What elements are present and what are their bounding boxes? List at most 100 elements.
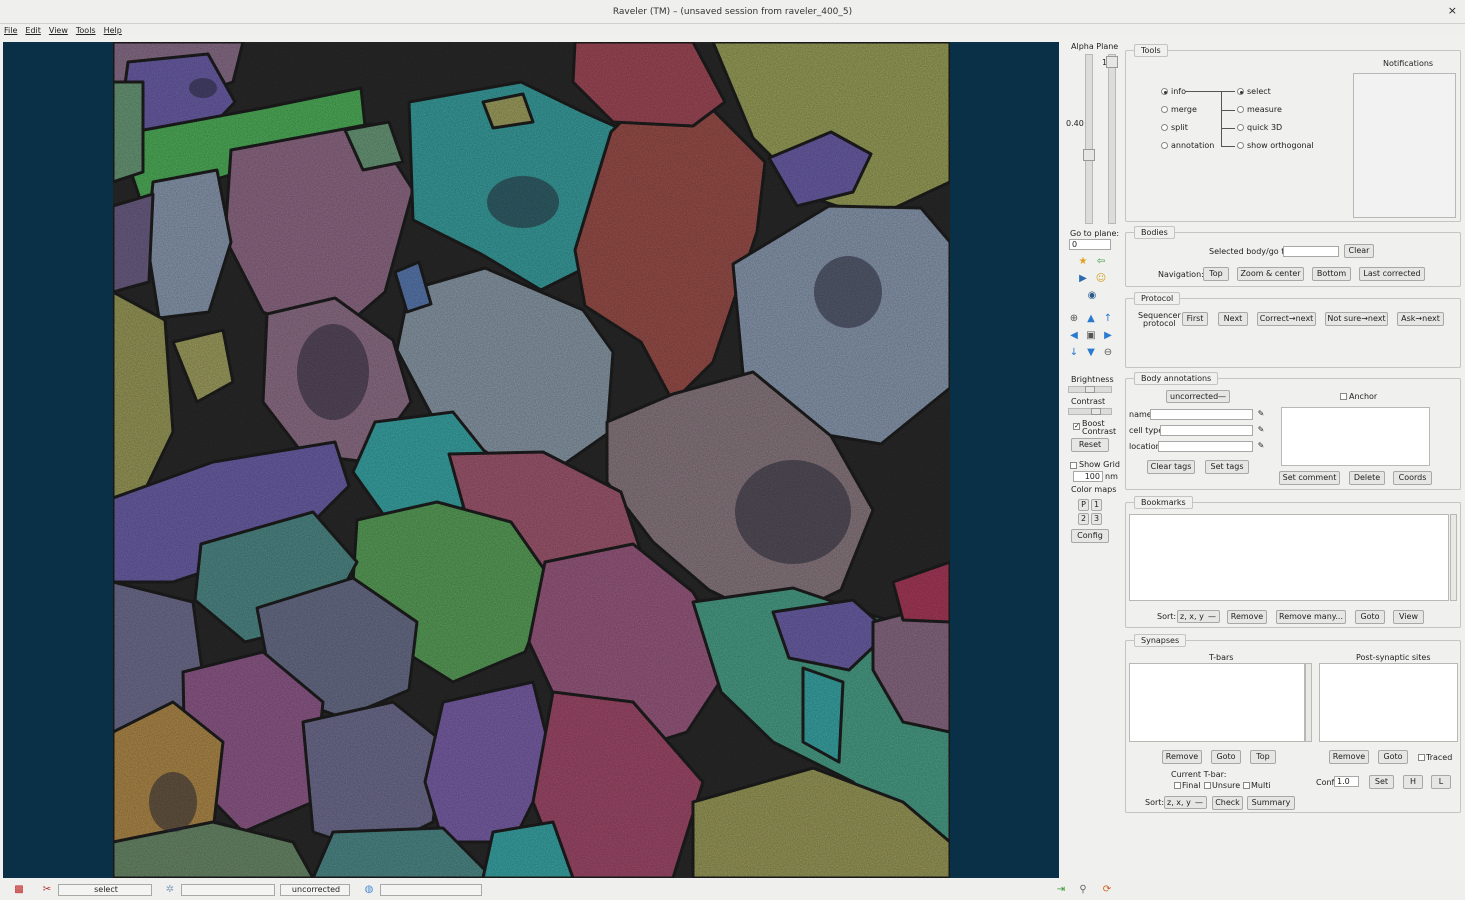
coords-button[interactable]: Coords (1393, 471, 1432, 485)
mode-quick3d-radio[interactable] (1237, 124, 1244, 131)
protocol-not-sure-next-button[interactable]: Not sure→next (1325, 312, 1388, 326)
reset-button[interactable]: Reset (1071, 438, 1109, 452)
save-icon[interactable]: ▩ (11, 883, 27, 897)
plane-down-icon[interactable]: ↓ (1066, 346, 1082, 360)
pan-up-icon[interactable]: ▲ (1083, 312, 1099, 326)
traced-checkbox[interactable] (1418, 754, 1425, 761)
show-grid-checkbox[interactable] (1070, 462, 1077, 469)
bookmark-remove-button[interactable]: Remove (1227, 610, 1267, 624)
conf-high-button[interactable]: H (1403, 775, 1423, 789)
synapses-sort-dropdown[interactable]: z, x, y — (1164, 796, 1207, 809)
colormap-1-button[interactable]: 1 (1091, 499, 1102, 511)
tool-annotation-radio[interactable] (1161, 142, 1168, 149)
bookmark-view-button[interactable]: View (1393, 610, 1424, 624)
psd-goto-button[interactable]: Goto (1378, 750, 1408, 764)
menu-help[interactable]: Help (100, 24, 126, 37)
target-icon[interactable]: ◉ (1084, 289, 1100, 303)
zoom-in-icon[interactable]: ⊕ (1066, 312, 1082, 326)
delete-comment-button[interactable]: Delete (1349, 471, 1385, 485)
em-segmentation-image[interactable] (113, 42, 950, 878)
contrast-slider[interactable] (1068, 408, 1112, 415)
selected-body-input[interactable] (1283, 246, 1339, 257)
set-comment-button[interactable]: Set comment (1279, 471, 1340, 485)
multi-checkbox[interactable] (1243, 782, 1250, 789)
edit-name-icon[interactable]: ✎ (1255, 407, 1267, 421)
image-viewer[interactable] (3, 42, 1059, 878)
protocol-next-button[interactable]: Next (1218, 312, 1248, 326)
edit-cell-type-icon[interactable]: ✎ (1255, 423, 1267, 437)
nav-bottom-button[interactable]: Bottom (1312, 267, 1351, 281)
tbar-goto-button[interactable]: Goto (1211, 750, 1241, 764)
colormap-3-button[interactable]: 3 (1091, 513, 1102, 525)
protocol-first-button[interactable]: First (1182, 312, 1208, 326)
refresh-icon[interactable]: ⟳ (1099, 883, 1115, 897)
config-button[interactable]: Config (1071, 529, 1109, 543)
clear-tags-button[interactable]: Clear tags (1147, 460, 1195, 474)
face-icon[interactable]: ☺ (1093, 272, 1109, 286)
alpha-slider-thumb[interactable] (1083, 148, 1095, 161)
brightness-slider[interactable] (1068, 386, 1112, 393)
nav-top-button[interactable]: Top (1203, 267, 1229, 281)
synapses-check-button[interactable]: Check (1212, 796, 1243, 810)
name-input[interactable] (1150, 409, 1253, 420)
comment-textarea[interactable] (1281, 407, 1430, 466)
magnifier-icon[interactable]: ⚲ (1075, 883, 1091, 897)
zoom-out-icon[interactable]: ⊖ (1100, 346, 1116, 360)
colormap-2-button[interactable]: 2 (1078, 513, 1089, 525)
tbar-top-button[interactable]: Top (1250, 750, 1276, 764)
conf-set-button[interactable]: Set (1369, 775, 1394, 789)
bookmarks-sort-dropdown[interactable]: z, x, y — (1177, 610, 1220, 623)
tbar-remove-button[interactable]: Remove (1162, 750, 1202, 764)
plane-slider-track[interactable] (1108, 54, 1116, 224)
grid-size-input[interactable]: 100 (1073, 471, 1103, 482)
nav-zoom-center-button[interactable]: Zoom & center (1237, 267, 1304, 281)
colormap-p-button[interactable]: P (1078, 499, 1089, 511)
mode-orthogonal-radio[interactable] (1237, 142, 1244, 149)
plane-up-icon[interactable]: ↑ (1100, 312, 1116, 326)
scissors-icon[interactable]: ✂ (39, 883, 55, 897)
export-icon[interactable]: ⇥ (1053, 883, 1069, 897)
location-input[interactable] (1158, 441, 1253, 452)
star-icon[interactable]: ★ (1075, 255, 1091, 269)
tbars-scrollbar[interactable] (1305, 663, 1312, 742)
play-icon[interactable]: ▶ (1075, 272, 1091, 286)
boost-contrast-checkbox[interactable] (1073, 422, 1080, 430)
menu-view[interactable]: View (45, 24, 72, 37)
cell-type-input[interactable] (1160, 425, 1253, 436)
bookmark-goto-button[interactable]: Goto (1355, 610, 1385, 624)
conf-low-button[interactable]: L (1431, 775, 1451, 789)
edit-location-icon[interactable]: ✎ (1255, 439, 1267, 453)
psd-list[interactable] (1319, 663, 1458, 742)
unsure-checkbox[interactable] (1204, 782, 1211, 789)
synapses-summary-button[interactable]: Summary (1247, 796, 1295, 810)
bookmark-remove-many-button[interactable]: Remove many... (1276, 610, 1346, 624)
nav-last-corrected-button[interactable]: Last corrected (1359, 267, 1425, 281)
mode-measure-radio[interactable] (1237, 106, 1244, 113)
alpha-slider-track[interactable] (1085, 54, 1093, 224)
final-checkbox[interactable] (1174, 782, 1181, 789)
plane-slider-thumb[interactable] (1106, 56, 1118, 68)
pan-down-icon[interactable]: ▼ (1083, 346, 1099, 360)
protocol-correct-next-button[interactable]: Correct→next (1257, 312, 1316, 326)
tbars-list[interactable] (1129, 663, 1305, 742)
back-arrow-icon[interactable]: ⇦ (1093, 255, 1109, 269)
pan-left-icon[interactable]: ◀ (1066, 329, 1082, 343)
tool-merge-radio[interactable] (1161, 106, 1168, 113)
mode-select-radio[interactable] (1237, 88, 1244, 95)
tool-info-radio[interactable] (1161, 88, 1168, 95)
bookmarks-scrollbar[interactable] (1450, 514, 1457, 601)
status-dropdown[interactable]: uncorrected — (1166, 390, 1230, 403)
conf-input[interactable]: 1.0 (1334, 776, 1359, 787)
menu-tools[interactable]: Tools (72, 24, 100, 37)
close-icon[interactable]: × (1448, 0, 1457, 22)
bookmarks-list[interactable] (1129, 514, 1449, 601)
clear-body-button[interactable]: Clear (1344, 244, 1374, 258)
psd-remove-button[interactable]: Remove (1329, 750, 1369, 764)
anchor-checkbox[interactable] (1340, 393, 1347, 400)
center-view-icon[interactable]: ▣ (1083, 329, 1099, 343)
protocol-ask-next-button[interactable]: Ask→next (1397, 312, 1444, 326)
set-tags-button[interactable]: Set tags (1205, 460, 1249, 474)
goto-plane-input[interactable]: 0 (1069, 239, 1111, 250)
menu-file[interactable]: File (0, 24, 21, 37)
menu-edit[interactable]: Edit (21, 24, 45, 37)
